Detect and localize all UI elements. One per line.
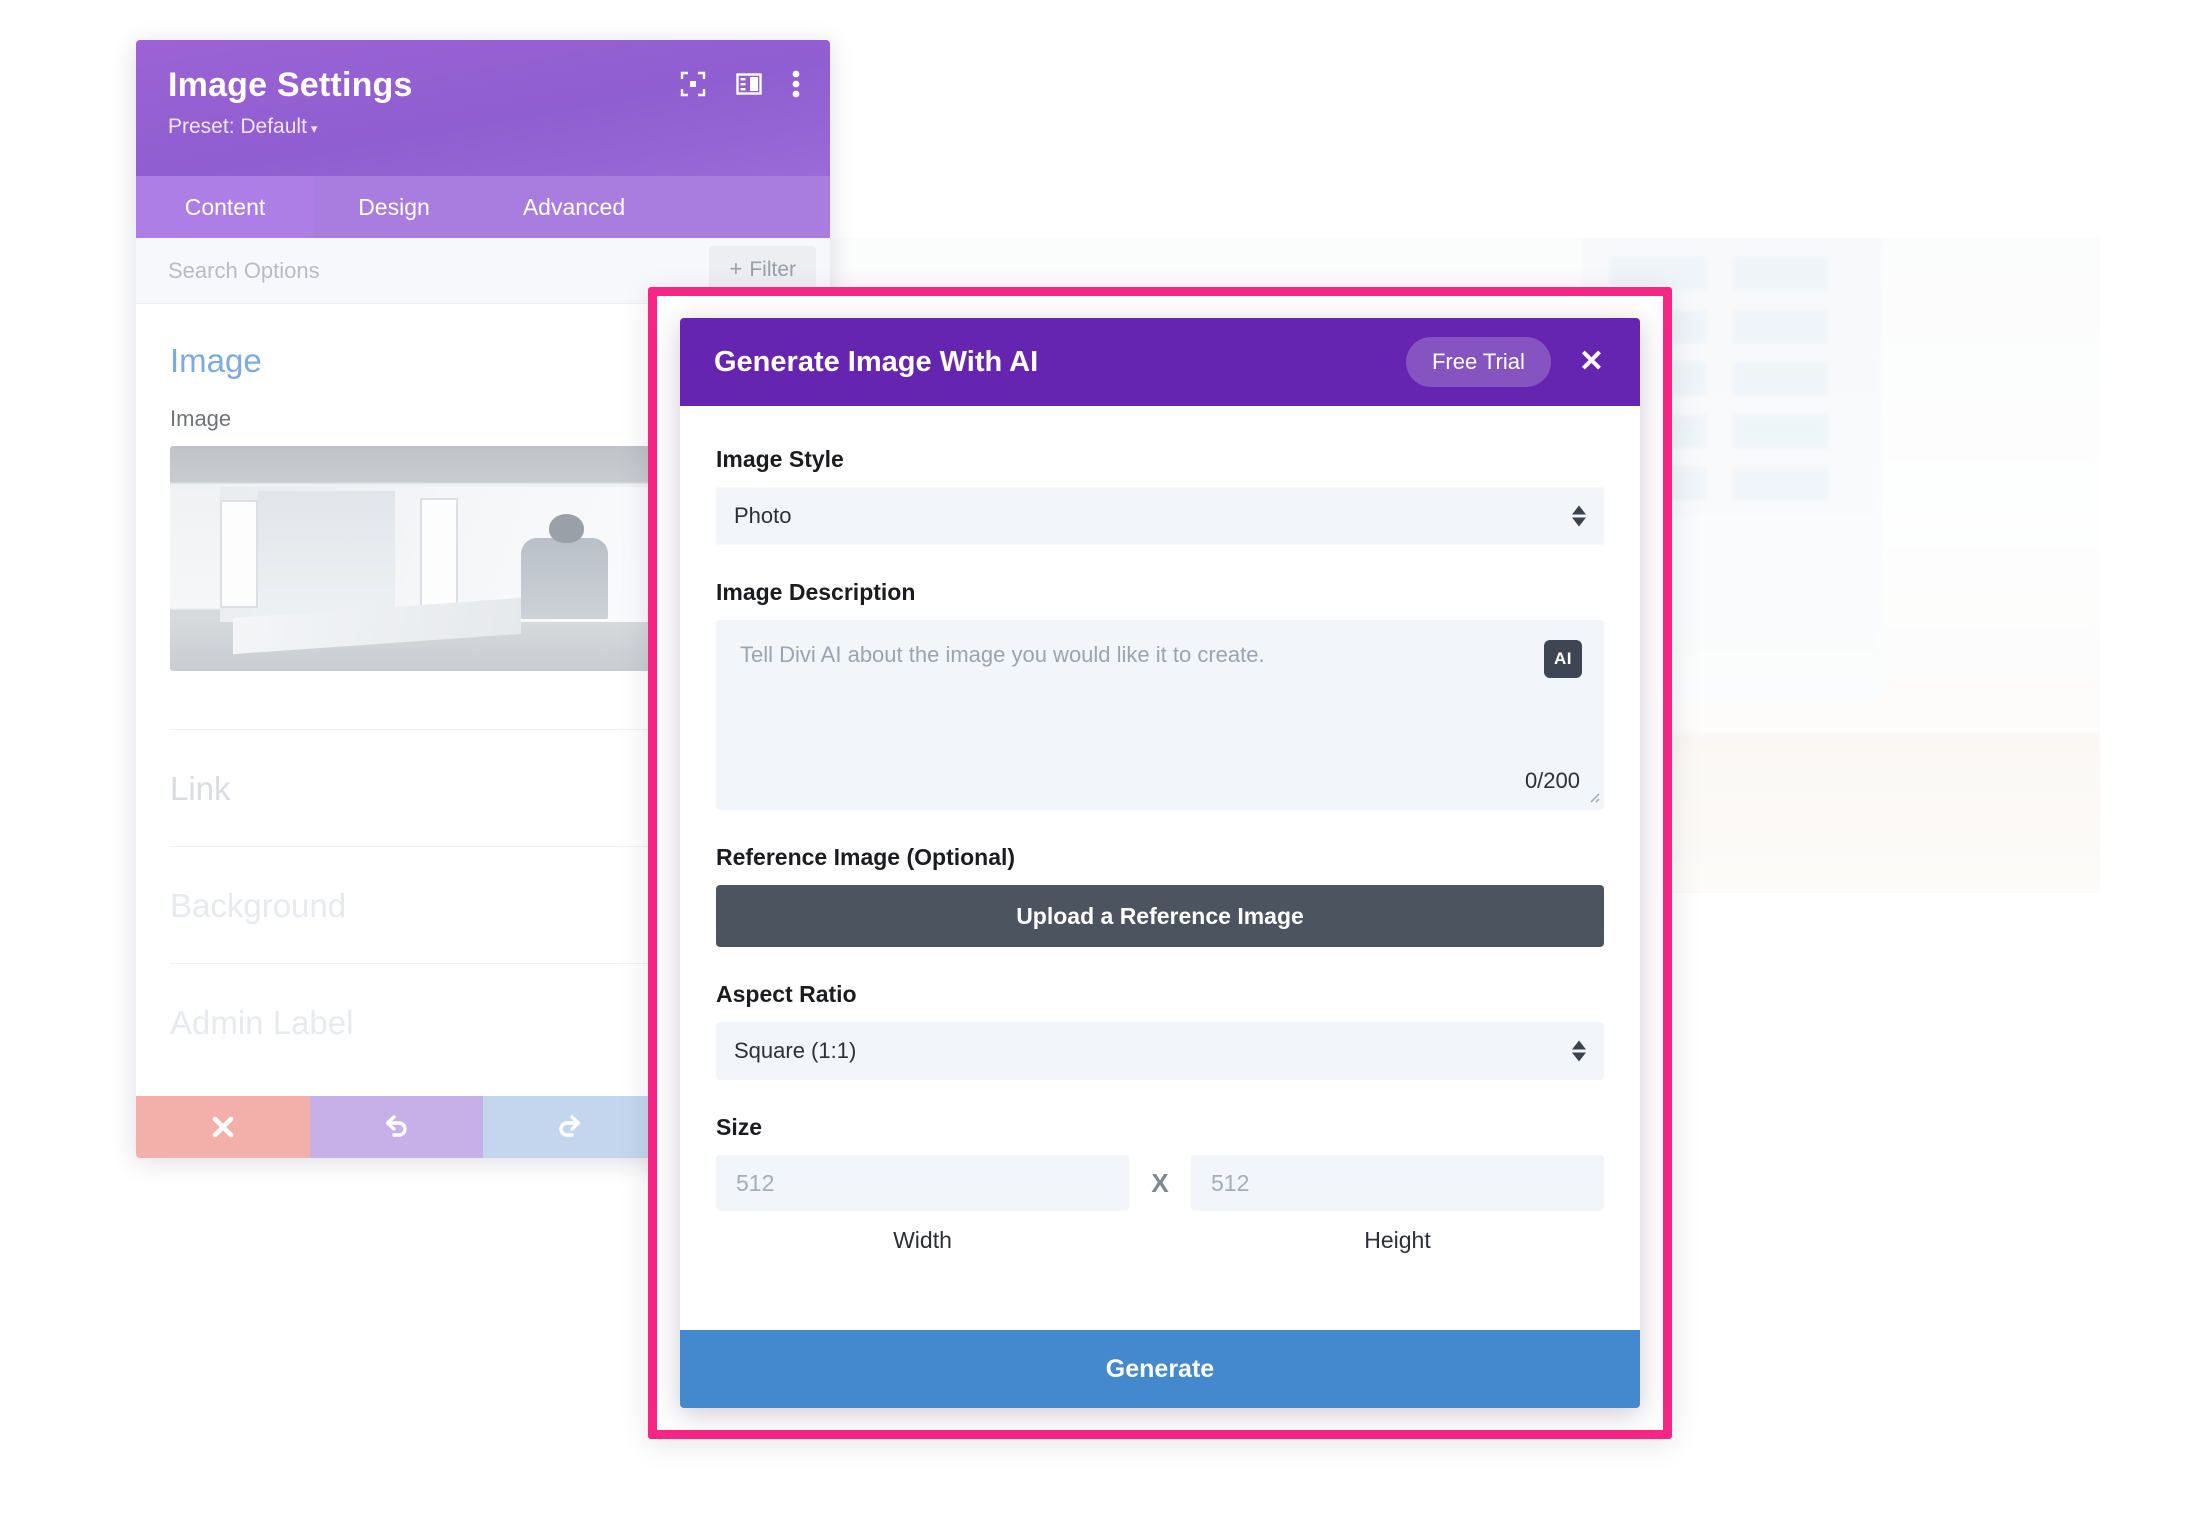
- modal-body: Image Style Photo Image Description Tell…: [680, 406, 1640, 1330]
- settings-tabs: Content Design Advanced: [136, 176, 830, 238]
- label-image-style: Image Style: [716, 446, 844, 472]
- filter-label: Filter: [749, 258, 796, 281]
- character-counter: 0/200: [1524, 768, 1580, 793]
- search-input[interactable]: Search Options: [168, 258, 320, 284]
- settings-panel-header: Image Settings Preset: Default ▾: [136, 40, 830, 176]
- label-image-description: Image Description: [716, 579, 916, 605]
- modal-header: Generate Image With AI Free Trial ✕: [680, 318, 1640, 406]
- chevron-updown-icon: [1572, 505, 1586, 527]
- label-reference-image: Reference Image (Optional): [716, 844, 1016, 870]
- size-separator-icon: X: [1151, 1167, 1169, 1198]
- image-style-select[interactable]: Photo: [716, 487, 1604, 545]
- undo-icon: [382, 1113, 410, 1141]
- screen-root: Image Settings Preset: Default ▾ Content…: [0, 0, 2200, 1529]
- redo-icon: [556, 1113, 584, 1141]
- label-size: Size: [716, 1114, 763, 1140]
- ai-badge-icon[interactable]: AI: [1544, 640, 1582, 678]
- close-icon: [210, 1114, 236, 1140]
- chevron-down-icon: ▾: [310, 121, 318, 136]
- image-style-value: Photo: [734, 503, 792, 528]
- preset-selector[interactable]: Preset: Default ▾: [168, 115, 798, 139]
- focus-target-icon[interactable]: [680, 71, 706, 97]
- width-caption: Width: [893, 1227, 952, 1253]
- tab-advanced[interactable]: Advanced: [474, 176, 674, 238]
- free-trial-badge[interactable]: Free Trial: [1405, 337, 1551, 387]
- close-icon[interactable]: ✕: [1571, 343, 1612, 381]
- layout-panel-icon[interactable]: [736, 71, 762, 97]
- label-aspect-ratio: Aspect Ratio: [716, 981, 857, 1007]
- upload-reference-image-button[interactable]: Upload a Reference Image: [716, 885, 1604, 947]
- filter-button[interactable]: + Filter: [709, 246, 816, 292]
- modal-title: Generate Image With AI: [714, 345, 1039, 378]
- aspect-ratio-select[interactable]: Square (1:1): [716, 1022, 1604, 1080]
- width-input[interactable]: 512: [716, 1155, 1129, 1211]
- height-input[interactable]: 512: [1191, 1155, 1604, 1211]
- image-description-input[interactable]: Tell Divi AI about the image you would l…: [716, 620, 1604, 810]
- resize-handle-icon[interactable]: [1586, 787, 1600, 808]
- cancel-button[interactable]: [136, 1096, 310, 1158]
- height-caption: Height: [1364, 1227, 1431, 1253]
- undo-button[interactable]: [309, 1096, 483, 1158]
- generate-button[interactable]: Generate: [680, 1330, 1640, 1408]
- preset-label: Preset: Default: [168, 115, 307, 138]
- redo-button[interactable]: [483, 1096, 657, 1158]
- image-description-placeholder: Tell Divi AI about the image you would l…: [740, 642, 1265, 667]
- tab-design[interactable]: Design: [314, 176, 474, 238]
- more-vertical-icon[interactable]: [792, 70, 800, 98]
- plus-icon: +: [729, 256, 743, 281]
- aspect-ratio-value: Square (1:1): [734, 1038, 857, 1063]
- tab-content[interactable]: Content: [136, 176, 314, 238]
- chevron-updown-icon: [1572, 1040, 1586, 1062]
- generate-image-ai-modal: Generate Image With AI Free Trial ✕ Imag…: [680, 318, 1640, 1408]
